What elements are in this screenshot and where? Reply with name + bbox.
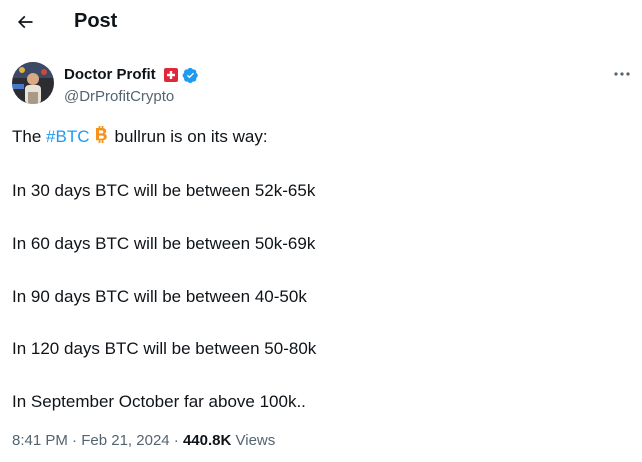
post-date[interactable]: Feb 21, 2024 — [81, 432, 169, 449]
swiss-flag-icon — [163, 68, 178, 82]
author-display-name[interactable]: Doctor Profit — [64, 65, 156, 85]
verified-badge-icon[interactable] — [182, 67, 199, 84]
tweet-line: In 60 days BTC will be between 50k-69k — [12, 234, 316, 253]
hashtag-link[interactable]: #BTC — [46, 127, 89, 146]
top-bar: Post — [0, 0, 642, 44]
author-name-row: Doctor Profit — [64, 65, 199, 85]
tweet-line: In 90 days BTC will be between 40-50k — [12, 287, 307, 306]
views-label: Views — [235, 432, 276, 449]
tweet-line: In 30 days BTC will be between 52k-65k — [12, 181, 316, 200]
tweet-line: In 120 days BTC will be between 50-80k — [12, 339, 317, 358]
avatar[interactable] — [12, 62, 54, 104]
bitcoin-icon — [93, 125, 109, 145]
tweet-intro-suffix: bullrun is on its way: — [114, 127, 268, 146]
post-time[interactable]: 8:41 PM — [12, 432, 68, 449]
more-options-button[interactable] — [610, 64, 634, 84]
meta-separator: · — [72, 432, 78, 449]
tweet-intro-prefix: The — [12, 127, 47, 146]
author-handle[interactable]: @DrProfitCrypto — [64, 87, 174, 107]
meta-separator: · — [173, 432, 179, 449]
back-button[interactable] — [8, 5, 42, 39]
views-count: 440.8K — [182, 432, 232, 449]
tweet-line-intro: The #BTC bullrun is on its way: — [12, 125, 268, 149]
tweet-meta: 8:41 PM · Feb 21, 2024 · 440.8K Views — [12, 431, 275, 451]
page-title: Post — [74, 10, 118, 32]
more-horizontal-icon — [614, 72, 630, 76]
tweet-line: In September October far above 100k.. — [12, 392, 306, 411]
arrow-left-icon — [17, 15, 33, 29]
